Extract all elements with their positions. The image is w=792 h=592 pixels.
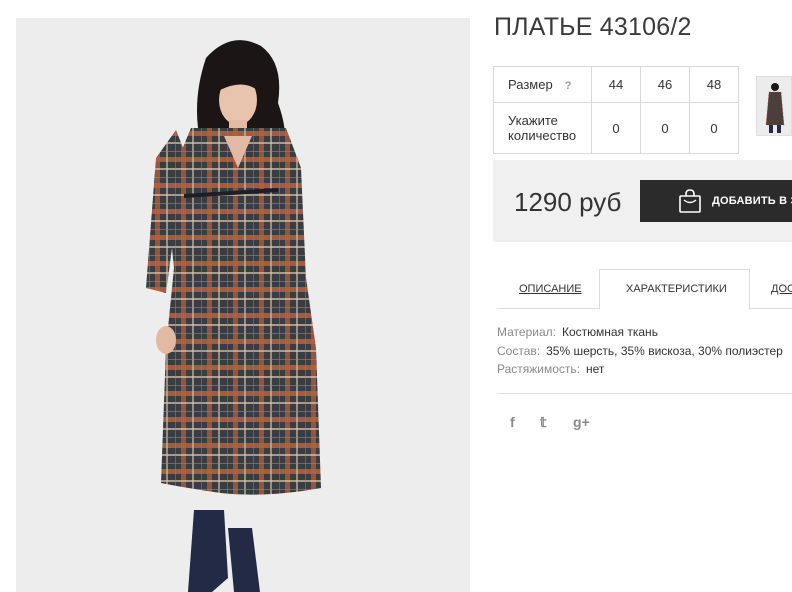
shopping-bag-icon [679, 189, 701, 213]
spec-row-composition: Состав: 35% шерсть, 35% вискоза, 30% поли… [497, 344, 783, 358]
size-46: 46 [640, 66, 690, 103]
size-help-icon[interactable]: ? [565, 80, 572, 92]
facebook-icon[interactable]: f [510, 414, 515, 430]
spec-value: нет [586, 362, 605, 376]
add-to-cart-label: ДОБАВИТЬ В З [712, 195, 792, 207]
purchase-box: 1290 руб ДОБАВИТЬ В З [493, 160, 792, 242]
quantity-input-48[interactable]: 0 [689, 102, 739, 154]
googleplus-icon[interactable]: g+ [573, 414, 590, 430]
spec-key: Материал: [497, 325, 556, 339]
quantity-input-44[interactable]: 0 [591, 102, 641, 154]
spec-value: 35% шерсть, 35% вискоза, 30% полиэстер [546, 344, 783, 358]
tab-delivery[interactable]: ДОС [771, 283, 792, 295]
quantity-label-line2: количество [508, 128, 577, 143]
size-44: 44 [591, 66, 641, 103]
product-photo[interactable] [16, 18, 470, 592]
quantity-label-cell: Укажите количество [493, 102, 592, 154]
size-48: 48 [689, 66, 739, 103]
size-label: Размер [508, 77, 553, 92]
product-title: ПЛАТЬЕ 43106/2 [494, 13, 692, 41]
add-to-cart-button[interactable]: ДОБАВИТЬ В З [640, 180, 792, 222]
dress-photo-illustration [146, 40, 321, 592]
spec-value: Костюмная ткань [561, 325, 658, 339]
spec-key: Растяжимость: [497, 362, 581, 376]
spec-row-material: Материал: Костюмная ткань [497, 325, 658, 339]
tab-characteristics[interactable]: ХАРАКТЕРИСТИКИ [626, 283, 727, 295]
spec-row-stretch: Растяжимость: нет [497, 362, 604, 376]
product-price: 1290 руб [514, 187, 622, 217]
quantity-input-46[interactable]: 0 [640, 102, 690, 154]
size-label-cell: Размер? [493, 66, 592, 103]
tab-description[interactable]: ОПИСАНИЕ [519, 283, 582, 295]
spec-key: Состав: [497, 344, 541, 358]
size-quantity-table: Размер? 44 46 48 Укажите количество 0 0 … [493, 66, 739, 154]
quantity-label-line1: Укажите [508, 113, 558, 128]
thumbnail-image [757, 77, 791, 135]
section-divider [497, 393, 792, 394]
product-thumbnail[interactable] [756, 76, 792, 136]
twitter-icon[interactable]: 𝕥 [540, 414, 547, 431]
